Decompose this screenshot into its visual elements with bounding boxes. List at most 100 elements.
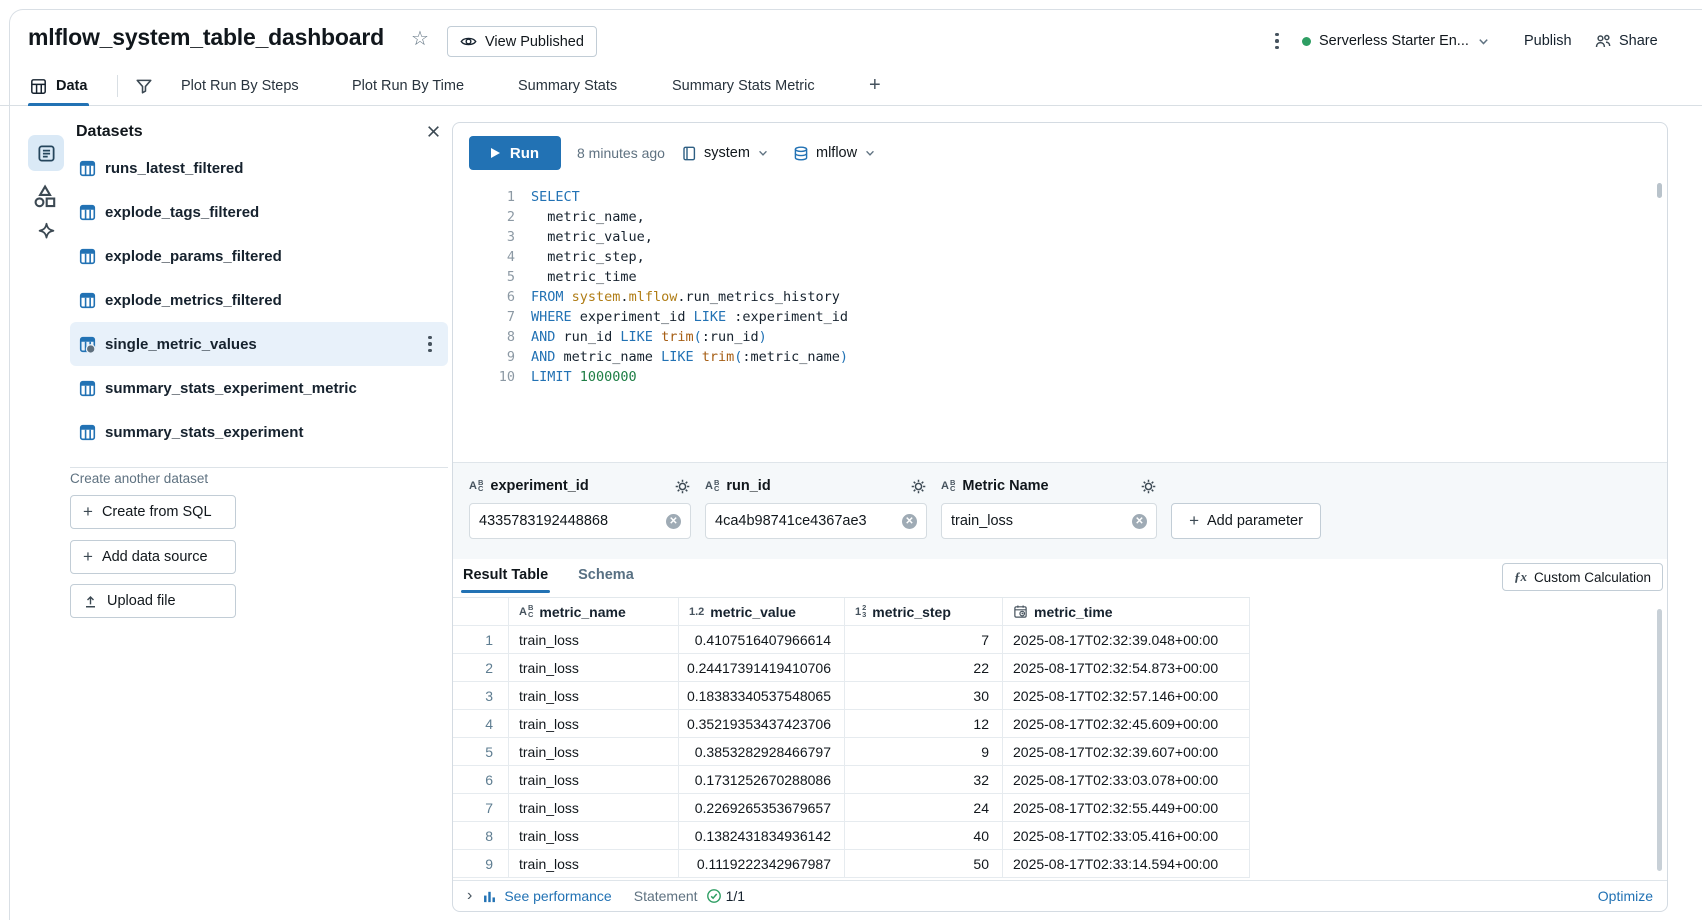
column-header-metric-value[interactable]: 1.2 metric_value — [679, 598, 845, 625]
dataset-item[interactable]: explode_params_filtered — [70, 234, 448, 278]
column-header-metric-name[interactable]: ABC metric_name — [509, 598, 679, 625]
tab-plot-run-by-steps[interactable]: Plot Run By Steps — [181, 66, 299, 106]
clear-icon[interactable]: ✕ — [1132, 514, 1147, 529]
table-cell: train_loss — [509, 794, 679, 821]
table-row[interactable]: 7train_loss0.2269265353679657242025-08-1… — [453, 794, 1250, 822]
experiment-id-input[interactable]: 4335783192448868 ✕ — [469, 503, 691, 539]
rail-canvas-button[interactable] — [32, 183, 59, 209]
gear-icon[interactable] — [674, 478, 691, 495]
clear-icon[interactable]: ✕ — [666, 514, 681, 529]
table-cell: train_loss — [509, 710, 679, 737]
add-page-button[interactable]: + — [869, 66, 881, 106]
table-cell: 50 — [845, 850, 1003, 877]
filter-funnel-icon[interactable] — [135, 77, 153, 95]
table-row[interactable]: 2train_loss0.24417391419410706222025-08-… — [453, 654, 1250, 682]
gear-icon[interactable] — [910, 478, 927, 495]
tab-plot-run-by-time[interactable]: Plot Run By Time — [352, 66, 464, 106]
optimize-link[interactable]: Optimize — [1598, 888, 1653, 904]
parameter-label-group: ABC run_id — [705, 475, 927, 497]
dataset-kebab-icon[interactable] — [421, 332, 439, 356]
table-cell: 9 — [845, 738, 1003, 765]
table-row[interactable]: 6train_loss0.1731252670288086322025-08-1… — [453, 766, 1250, 794]
add-parameter-button[interactable]: + Add parameter — [1171, 503, 1321, 539]
parameter-label-group: ABC Metric Name — [941, 475, 1157, 497]
tab-data[interactable]: Data — [28, 66, 89, 106]
dataset-item[interactable]: explode_tags_filtered — [70, 190, 448, 234]
more-options-icon[interactable] — [1266, 26, 1288, 56]
sql-editor[interactable]: 1SELECT2 metric_name,3 metric_value,4 me… — [453, 187, 1643, 387]
table-row[interactable]: 3train_loss0.18383340537548065302025-08-… — [453, 682, 1250, 710]
share-button[interactable]: Share — [1594, 26, 1658, 56]
favorite-star-icon[interactable]: ☆ — [411, 27, 429, 51]
dataset-table-icon — [79, 292, 96, 309]
environment-selector[interactable]: Serverless Starter En... — [1302, 26, 1490, 56]
dataset-item[interactable]: explode_metrics_filtered — [70, 278, 448, 322]
tab-result-table[interactable]: Result Table — [463, 559, 548, 593]
people-icon — [1594, 33, 1612, 50]
publish-button[interactable]: Publish — [1524, 26, 1572, 56]
dataset-table-icon — [79, 160, 96, 177]
code-line: 8AND run_id LIKE trim(:run_id) — [453, 327, 1643, 347]
parameters-section: ABC experiment_id ABC run_id ABC Metric … — [453, 463, 1667, 559]
table-row[interactable]: 9train_loss0.1119222342967987502025-08-1… — [453, 850, 1250, 878]
gear-icon[interactable] — [1140, 478, 1157, 495]
column-header-metric-time[interactable]: metric_time — [1003, 598, 1250, 625]
close-icon[interactable] — [426, 124, 441, 139]
add-data-source-button[interactable]: + Add data source — [70, 540, 236, 574]
code-line: 4 metric_step, — [453, 247, 1643, 267]
table-cell: 0.35219353437423706 — [679, 710, 845, 737]
editor-scrollbar[interactable] — [1657, 183, 1662, 198]
metric-name-input[interactable]: train_loss ✕ — [941, 503, 1157, 539]
expand-chevron-icon[interactable]: › — [467, 887, 472, 905]
rail-datasets-button[interactable] — [28, 135, 64, 171]
table-cell: 0.24417391419410706 — [679, 654, 845, 681]
datasets-list-icon — [37, 144, 56, 163]
last-run-timestamp: 8 minutes ago — [577, 136, 665, 170]
plus-icon: + — [1189, 514, 1199, 528]
dataset-item[interactable]: runs_latest_filtered — [70, 146, 448, 190]
tab-schema[interactable]: Schema — [578, 559, 634, 593]
table-cell: 2025-08-17T02:32:54.873+00:00 — [1003, 654, 1250, 681]
table-row[interactable]: 5train_loss0.385328292846679792025-08-17… — [453, 738, 1250, 766]
create-from-sql-button[interactable]: + Create from SQL — [70, 495, 236, 529]
text-type-icon: ABC — [705, 480, 719, 493]
code-line: 7WHERE experiment_id LIKE :experiment_id — [453, 307, 1643, 327]
table-row[interactable]: 8train_loss0.1382431834936142402025-08-1… — [453, 822, 1250, 850]
upload-file-button[interactable]: Upload file — [70, 584, 236, 618]
result-table: ABC metric_name 1.2 metric_value 123 met… — [453, 597, 1250, 878]
code-line: 1SELECT — [453, 187, 1643, 207]
custom-calculation-button[interactable]: ƒx Custom Calculation — [1502, 563, 1663, 591]
schema-selector[interactable]: mlflow — [793, 136, 876, 170]
dataset-item[interactable]: summary_stats_experiment_metric — [70, 366, 448, 410]
view-published-button[interactable]: View Published — [447, 26, 597, 57]
line-number: 2 — [453, 207, 515, 227]
see-performance-link[interactable]: See performance — [482, 888, 611, 904]
dataset-item-selected[interactable]: single_metric_values — [70, 322, 448, 366]
catalog-selector[interactable]: system — [681, 136, 769, 170]
line-number: 3 — [453, 227, 515, 247]
table-cell: 2025-08-17T02:32:39.048+00:00 — [1003, 626, 1250, 653]
row-number: 1 — [453, 626, 509, 653]
table-scrollbar[interactable] — [1657, 609, 1662, 871]
row-number: 4 — [453, 710, 509, 737]
shapes-icon — [32, 183, 59, 209]
column-header-metric-step[interactable]: 123 metric_step — [845, 598, 1003, 625]
text-type-icon: ABC — [469, 480, 483, 493]
dataset-item[interactable]: summary_stats_experiment — [70, 410, 448, 454]
line-number: 8 — [453, 327, 515, 347]
tab-summary-stats[interactable]: Summary Stats — [518, 66, 617, 106]
tab-summary-stats-metric[interactable]: Summary Stats Metric — [672, 66, 815, 106]
table-row[interactable]: 4train_loss0.35219353437423706122025-08-… — [453, 710, 1250, 738]
line-number: 6 — [453, 287, 515, 307]
table-cell: 2025-08-17T02:33:14.594+00:00 — [1003, 850, 1250, 877]
clear-icon[interactable]: ✕ — [902, 514, 917, 529]
table-row[interactable]: 1train_loss0.410751640796661472025-08-17… — [453, 626, 1250, 654]
run-id-input[interactable]: 4ca4b98741ce4367ae3 ✕ — [705, 503, 927, 539]
run-button[interactable]: Run — [469, 136, 561, 170]
row-number: 7 — [453, 794, 509, 821]
rail-assistant-button[interactable] — [35, 221, 58, 244]
dataset-table-icon — [79, 248, 96, 265]
table-cell: 0.18383340537548065 — [679, 682, 845, 709]
table-cell: train_loss — [509, 654, 679, 681]
fx-icon: ƒx — [1514, 569, 1527, 585]
